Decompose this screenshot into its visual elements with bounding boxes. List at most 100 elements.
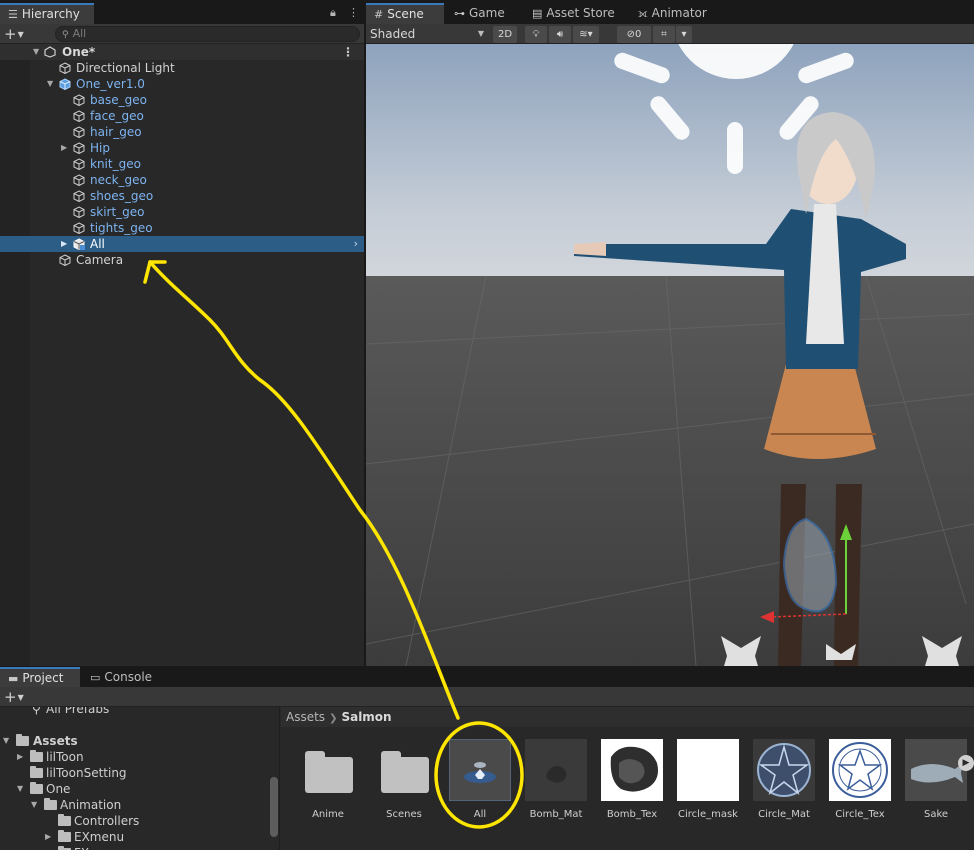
asset-bomb-tex[interactable]: Bomb_Tex: [599, 739, 665, 839]
project-panel: ▬ Project ▭ Console +▼ ⚲ All Prefabs ▼ Ass…: [0, 667, 974, 850]
hierarchy-item-tights-geo[interactable]: tights_geo: [0, 220, 364, 236]
search-icon: ⚲: [62, 30, 69, 40]
hidden-objects-button[interactable]: ⊘0: [617, 26, 651, 43]
asset-bomb-mat[interactable]: Bomb_Mat: [523, 739, 589, 839]
tab-asset-store-label: Asset Store: [546, 6, 615, 20]
console-icon: ▭: [90, 671, 101, 684]
dropdown-caret-icon: ▼: [17, 29, 24, 39]
asset-thumbnail: [297, 739, 359, 801]
expand-arrow-icon[interactable]: ▼: [17, 781, 23, 797]
scroll-next-button[interactable]: ▶: [958, 755, 974, 771]
tree-item-liltoon-setting[interactable]: lilToonSetting: [0, 765, 267, 781]
asset-name: All: [473, 809, 487, 820]
scene-viewport[interactable]: [366, 0, 974, 666]
folder-icon: [44, 798, 57, 810]
chevron-right-icon: ❯: [329, 713, 338, 724]
tab-menu-icon[interactable]: ⋮: [348, 6, 359, 19]
hierarchy-item-knit-geo[interactable]: knit_geo: [0, 156, 364, 172]
expand-arrow-icon[interactable]: ▼: [47, 76, 53, 92]
expand-arrow-icon[interactable]: ▼: [31, 797, 37, 813]
gameobject-cube-icon: [73, 142, 85, 154]
asset-thumbnail: [373, 739, 435, 801]
hierarchy-item-hair-geo[interactable]: hair_geo: [0, 124, 364, 140]
tree-item-exmenu[interactable]: ▶ EXmenu: [0, 829, 267, 845]
asset-name: Bomb_Tex: [606, 809, 658, 820]
hierarchy-item-directional-light[interactable]: Directional Light: [0, 60, 364, 76]
tree-item-fx[interactable]: FX: [0, 845, 267, 850]
folder-icon: [30, 750, 43, 762]
tab-project[interactable]: ▬ Project: [0, 667, 80, 687]
project-tabbar: ▬ Project ▭ Console: [0, 667, 974, 687]
prefab-thumbnail: [449, 739, 511, 801]
hierarchy-toolbar: +▼ ⚲ All: [0, 24, 364, 44]
create-asset-button[interactable]: +▼: [4, 687, 24, 707]
audio-toggle-button[interactable]: 🔊︎: [549, 26, 571, 43]
collapse-arrow-icon[interactable]: ▶: [61, 236, 67, 252]
prefab-cube-icon: [59, 78, 71, 90]
tab-console[interactable]: ▭ Console: [82, 667, 160, 687]
scene-menu-icon[interactable]: ⋮: [342, 44, 354, 60]
breadcrumb-assets[interactable]: Assets: [286, 710, 325, 724]
tab-animator[interactable]: ⟗ Animator: [630, 3, 715, 24]
collapse-arrow-icon[interactable]: ▶: [17, 749, 23, 765]
tree-item-liltoon[interactable]: ▶ lilToon: [0, 749, 267, 765]
tree-item-controllers[interactable]: Controllers: [0, 813, 267, 829]
gizmos-dropdown-button[interactable]: ▾: [676, 26, 692, 43]
hierarchy-item-camera[interactable]: Camera: [0, 252, 364, 268]
shading-mode-dropdown[interactable]: Shaded ▼: [370, 26, 488, 42]
folder-icon: [58, 814, 71, 826]
asset-sake[interactable]: Sake: [903, 739, 969, 839]
gameobject-cube-icon: [73, 158, 85, 170]
lighting-toggle-button[interactable]: 💡︎: [525, 26, 547, 43]
hierarchy-item-all[interactable]: ▶ All ›: [0, 236, 364, 252]
tree-item-all-prefabs[interactable]: ⚲ All Prefabs: [0, 707, 267, 717]
item-label: EXmenu: [74, 830, 125, 844]
asset-scenes-folder[interactable]: Scenes: [371, 739, 437, 839]
tab-hierarchy[interactable]: ☰ Hierarchy: [0, 3, 94, 24]
asset-circle-mat[interactable]: Circle_Mat: [751, 739, 817, 839]
hierarchy-item-skirt-geo[interactable]: skirt_geo: [0, 204, 364, 220]
project-folder-tree: ⚲ All Prefabs ▼ Assets ▶ lilToon lilToon…: [0, 707, 280, 850]
tab-hierarchy-label: Hierarchy: [21, 7, 80, 21]
hierarchy-item-base-geo[interactable]: base_geo: [0, 92, 364, 108]
texture-thumbnail: [601, 739, 663, 801]
lock-icon[interactable]: 🔒︎: [330, 6, 336, 20]
asset-circle-tex[interactable]: Circle_Tex: [827, 739, 893, 839]
chevron-right-icon[interactable]: ›: [354, 236, 358, 252]
expand-arrow-icon[interactable]: ▼: [33, 44, 39, 60]
toggle-2d-button[interactable]: 2D: [493, 26, 517, 43]
hierarchy-item-shoes-geo[interactable]: shoes_geo: [0, 188, 364, 204]
collapse-arrow-icon[interactable]: ▶: [45, 829, 51, 845]
hierarchy-item-hip[interactable]: ▶ Hip: [0, 140, 364, 156]
hierarchy-item-one-ver1[interactable]: ▼ One_ver1.0: [0, 76, 364, 92]
dropdown-caret-icon: ▾: [681, 29, 687, 40]
effects-toggle-button[interactable]: ≋▾: [573, 26, 599, 43]
create-button[interactable]: +▼: [4, 24, 24, 44]
tree-item-assets[interactable]: ▼ Assets: [0, 733, 267, 749]
tab-game[interactable]: ⊶ Game: [446, 3, 513, 24]
hierarchy-item-face-geo[interactable]: face_geo: [0, 108, 364, 124]
shading-mode-value: Shaded: [370, 27, 416, 41]
hierarchy-item-neck-geo[interactable]: neck_geo: [0, 172, 364, 188]
asset-name: Anime: [312, 809, 344, 820]
item-label: All Prefabs: [46, 707, 110, 716]
expand-arrow-icon[interactable]: ▼: [3, 733, 9, 749]
gameobject-cube-icon: [73, 126, 85, 138]
hierarchy-search-input[interactable]: ⚲ All: [55, 26, 360, 42]
asset-anime-folder[interactable]: Anime: [295, 739, 361, 839]
item-label: face_geo: [90, 109, 144, 123]
tree-item-one[interactable]: ▼ One: [0, 781, 267, 797]
item-label: lilToonSetting: [46, 766, 127, 780]
collapse-arrow-icon[interactable]: ▶: [61, 140, 67, 156]
asset-circle-mask[interactable]: Circle_mask: [675, 739, 741, 839]
breadcrumb-salmon[interactable]: Salmon: [341, 710, 391, 724]
tab-scene[interactable]: # Scene: [366, 3, 444, 24]
gizmos-toggle-button[interactable]: ⌗: [653, 26, 675, 43]
tree-scrollbar[interactable]: [270, 777, 278, 837]
material-thumbnail: [525, 739, 587, 801]
asset-all-prefab[interactable]: All: [447, 739, 513, 839]
scene-row[interactable]: ▼ One* ⋮: [0, 44, 364, 60]
tab-asset-store[interactable]: ▤ Asset Store: [524, 3, 623, 24]
tree-item-animation[interactable]: ▼ Animation: [0, 797, 267, 813]
item-label: Assets: [33, 734, 78, 748]
